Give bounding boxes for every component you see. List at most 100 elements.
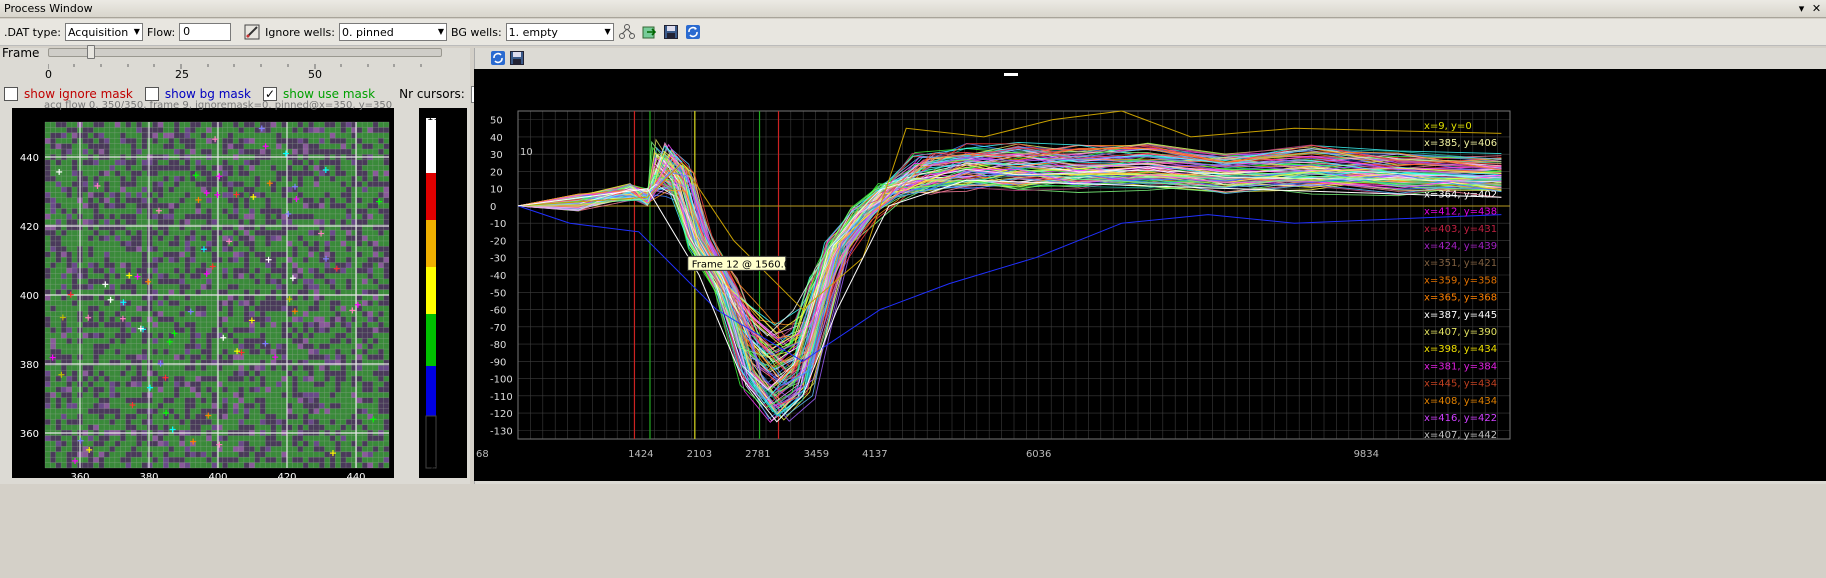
heatmap-cell (141, 462, 148, 468)
bg-mask-checkbox[interactable] (144, 87, 159, 101)
heatmap-panel[interactable]: 360 380 400 420 440 440 420 400 380 360 (12, 108, 394, 483)
heatmap-cell (243, 257, 250, 263)
heatmap-cell (233, 273, 239, 279)
heatmap-cell (61, 295, 67, 301)
frame-slider-track[interactable] (48, 48, 442, 57)
heatmap-cell (233, 408, 239, 414)
flow-input[interactable]: 0 (179, 23, 232, 41)
heatmap-cell (152, 246, 158, 252)
save-icon[interactable] (508, 49, 526, 67)
heatmap-cell (286, 143, 293, 150)
heatmap-cell (346, 235, 352, 241)
heatmap-cell (168, 408, 175, 414)
bg-wells-select[interactable]: 1. empty ▼ (505, 23, 614, 41)
heatmap-cell (131, 240, 137, 247)
heatmap-cell (270, 424, 277, 431)
dat-type-select[interactable]: Acquisition ▼ (64, 23, 143, 41)
heatmap-cell (319, 322, 325, 328)
heatmap-cell (50, 305, 56, 312)
frame-slider-thumb[interactable] (87, 45, 96, 59)
heatmap-cell (362, 327, 368, 333)
heatmap-cell (174, 181, 180, 187)
heatmap-cell (200, 376, 207, 382)
heatmap-cell (238, 235, 244, 241)
ignore-mask-checkbox[interactable] (4, 87, 18, 101)
signal-chart[interactable]: 50403020100-10-20-30-40-50-60-70-80-90-1… (474, 69, 1826, 481)
heatmap-cell (270, 208, 277, 214)
heatmap-cell (168, 278, 175, 285)
heatmap-cell (93, 230, 99, 236)
refresh-icon[interactable] (489, 49, 507, 67)
legend-entry: x=416, y=422 (1424, 413, 1497, 424)
heatmap-cell (50, 132, 56, 139)
heatmap-cell (378, 230, 384, 236)
heatmap-cell (281, 343, 287, 350)
heatmap-cell (211, 165, 218, 171)
heatmap-cell (147, 273, 153, 279)
heatmap-cell (362, 267, 368, 274)
save-icon[interactable] (662, 23, 680, 41)
ignore-wells-select[interactable]: 0. pinned ▼ (338, 23, 447, 41)
heatmap-cell (281, 267, 287, 274)
heatmap-cell (303, 170, 309, 177)
heatmap-cell (340, 192, 347, 198)
chart-y-tick: 40 (490, 133, 503, 144)
heatmap-cell (292, 457, 298, 463)
export-icon[interactable] (640, 23, 658, 41)
heatmap-cell (141, 132, 148, 139)
heatmap-cell (184, 262, 191, 268)
heatmap-cell (206, 176, 212, 182)
heatmap-cell (346, 230, 352, 236)
heatmap-cell (292, 413, 298, 420)
pencil-ruler-icon[interactable] (243, 23, 261, 41)
signal-chart-panel[interactable]: 50 40 30 20 10 0 -10 -20 -30 -40 -50 -60 -70 -80 -90 -1… (474, 69, 1826, 481)
heatmap-cell (356, 138, 363, 144)
heatmap-cell (356, 159, 363, 166)
heatmap-cell (335, 165, 341, 171)
heatmap-cell (222, 397, 228, 404)
refresh-icon[interactable] (684, 23, 702, 41)
heatmap-cell (243, 251, 250, 258)
heatmap-cell (125, 219, 132, 225)
heatmap-cell (356, 419, 363, 425)
use-mask-checkbox[interactable]: ✓ (262, 87, 277, 101)
heatmap-cell (276, 138, 282, 144)
heatmap-cell (88, 246, 94, 252)
heatmap-cell (104, 289, 110, 295)
heatmap-cell (362, 219, 368, 225)
heatmap-cell (222, 165, 228, 171)
heatmap-cell (131, 354, 137, 360)
heatmap-cell (222, 208, 228, 214)
heatmap-cell (356, 197, 363, 204)
heatmap-cell (157, 219, 164, 225)
minimize-icon[interactable]: ▾ (1795, 2, 1808, 15)
heatmap-cell (260, 403, 266, 409)
heatmap-cell (292, 392, 298, 398)
heatmap-cell (125, 240, 132, 247)
heatmap-cell (61, 413, 67, 420)
heatmap-cell (356, 235, 363, 241)
heatmap-cell (243, 462, 250, 468)
heatmap-cell (313, 203, 320, 209)
heatmap-cell (233, 143, 239, 150)
heatmap-cell (281, 192, 287, 198)
heatmap-cell (356, 170, 363, 177)
heatmap-cell (61, 284, 67, 290)
heatmap-cell (184, 343, 191, 350)
heatmap-cell (211, 332, 218, 339)
heatmap-cell (195, 289, 201, 295)
heatmap-cell (82, 181, 89, 187)
heatmap-cell (125, 181, 132, 187)
heatmap-cell (45, 419, 51, 425)
heatmap-cell (61, 246, 67, 252)
heatmap-cell (265, 127, 271, 133)
heatmap-cell (98, 343, 105, 350)
heatmap-cell (329, 197, 336, 204)
heatmap-cell (114, 381, 121, 387)
heatmap-cell (50, 343, 56, 350)
heatmap-svg[interactable]: 360 380 400 420 440440420400380360 (12, 108, 394, 483)
network-icon[interactable] (618, 23, 636, 41)
close-icon[interactable]: ✕ (1810, 2, 1823, 15)
heatmap-cell (367, 316, 373, 323)
heatmap-cell (260, 322, 266, 328)
